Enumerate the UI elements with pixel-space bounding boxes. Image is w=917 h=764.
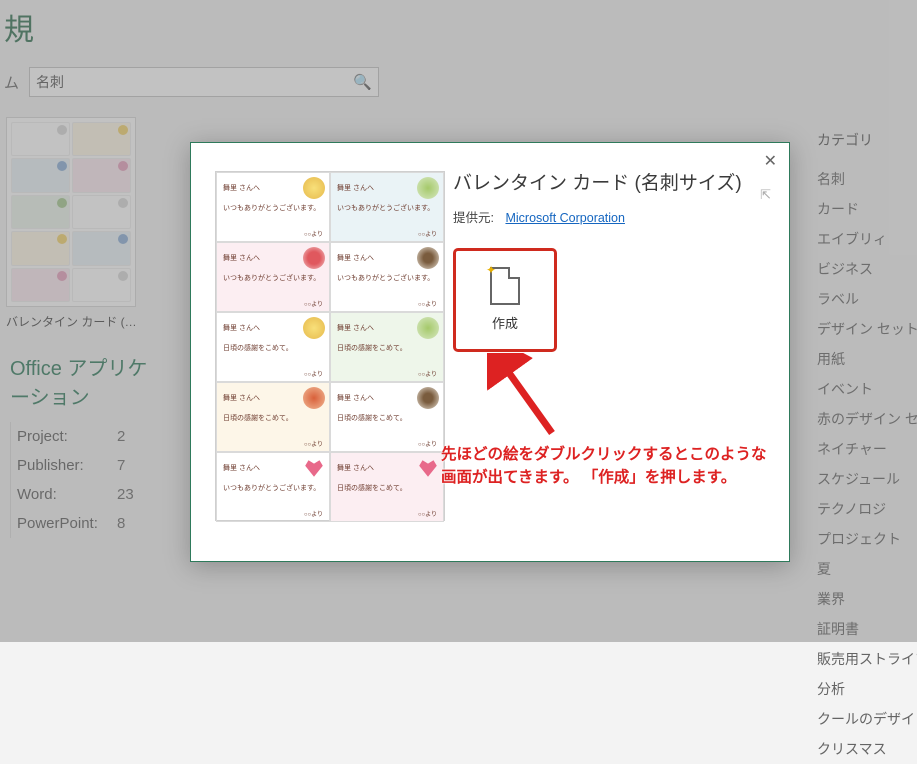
category-item[interactable]: テクノロジ <box>817 494 917 524</box>
category-heading: カテゴリ <box>817 130 917 150</box>
search-icon[interactable]: 🔍 <box>353 73 372 91</box>
app-count: 2 <box>117 428 125 445</box>
template-thumbnail-caption: バレンタイン カード (… <box>6 313 150 330</box>
category-item[interactable]: 分析 <box>817 674 917 704</box>
category-item[interactable]: 名刺 <box>817 164 917 194</box>
category-item[interactable]: 用紙 <box>817 344 917 374</box>
category-item[interactable]: ネイチャー <box>817 434 917 464</box>
category-item[interactable]: 夏 <box>817 554 917 584</box>
app-name: Word: <box>17 486 117 503</box>
app-count: 23 <box>117 486 134 503</box>
template-preview-dialog: ✕ 舞里 さんへいつもありがとうございます。○○より 舞里 さんへいつもありがと… <box>190 142 790 562</box>
category-item[interactable]: デザイン セット <box>817 314 917 344</box>
category-item[interactable]: ビジネス <box>817 254 917 284</box>
category-item[interactable]: クールのデザイン セ <box>817 704 917 734</box>
template-search-input[interactable] <box>36 74 336 90</box>
create-button-label: 作成 <box>492 313 518 332</box>
category-item[interactable]: 赤のデザイン セット <box>817 404 917 434</box>
app-row[interactable]: PowerPoint:8 <box>10 509 150 538</box>
annotation-arrow-icon <box>487 353 567 443</box>
app-name: Publisher: <box>17 457 117 474</box>
template-preview-image: 舞里 さんへいつもありがとうございます。○○より 舞里 さんへいつもありがとうご… <box>191 143 441 561</box>
category-sidebar: カテゴリ 名刺 カード エイブリィ ビジネス ラベル デザイン セット 用紙 イ… <box>817 130 917 764</box>
category-item[interactable]: ラベル <box>817 284 917 314</box>
app-name: Project: <box>17 428 117 445</box>
app-name: PowerPoint: <box>17 515 117 532</box>
template-thumbnail[interactable] <box>6 117 136 307</box>
app-count: 7 <box>117 457 125 474</box>
category-item[interactable]: クリスマス <box>817 734 917 764</box>
other-apps-heading: Office アプリケーション <box>10 352 150 410</box>
category-item[interactable]: スケジュール <box>817 464 917 494</box>
app-row[interactable]: Word:23 <box>10 480 150 509</box>
category-item[interactable]: イベント <box>817 374 917 404</box>
pin-icon[interactable]: ⇱ <box>760 187 771 203</box>
create-button[interactable]: ✦ 作成 <box>453 248 557 352</box>
category-item[interactable]: プロジェクト <box>817 524 917 554</box>
app-count: 8 <box>117 515 125 532</box>
home-label-fragment: ム <box>4 72 19 93</box>
annotation-text: 先ほどの絵をダブルクリックするとこのような画面が出てきます。 「作成」を押します… <box>441 443 771 490</box>
template-title: バレンタイン カード (名刺サイズ) <box>453 171 769 197</box>
category-item[interactable]: カード <box>817 194 917 224</box>
page-title-fragment: 規 <box>0 0 917 57</box>
provider-link[interactable]: Microsoft Corporation <box>505 211 625 225</box>
new-document-icon: ✦ <box>490 267 520 305</box>
provider-row: 提供元: Microsoft Corporation <box>453 207 769 226</box>
app-row[interactable]: Project:2 <box>10 422 150 451</box>
template-search-box[interactable]: 🔍 <box>29 67 379 97</box>
category-item[interactable]: エイブリィ <box>817 224 917 254</box>
app-row[interactable]: Publisher:7 <box>10 451 150 480</box>
category-item[interactable]: 証明書 <box>817 614 917 644</box>
category-item[interactable]: 業界 <box>817 584 917 614</box>
app-count-list: Project:2 Publisher:7 Word:23 PowerPoint… <box>10 422 150 538</box>
category-item[interactable]: 販売用ストライプの <box>817 644 917 674</box>
provider-label: 提供元: <box>453 211 494 225</box>
